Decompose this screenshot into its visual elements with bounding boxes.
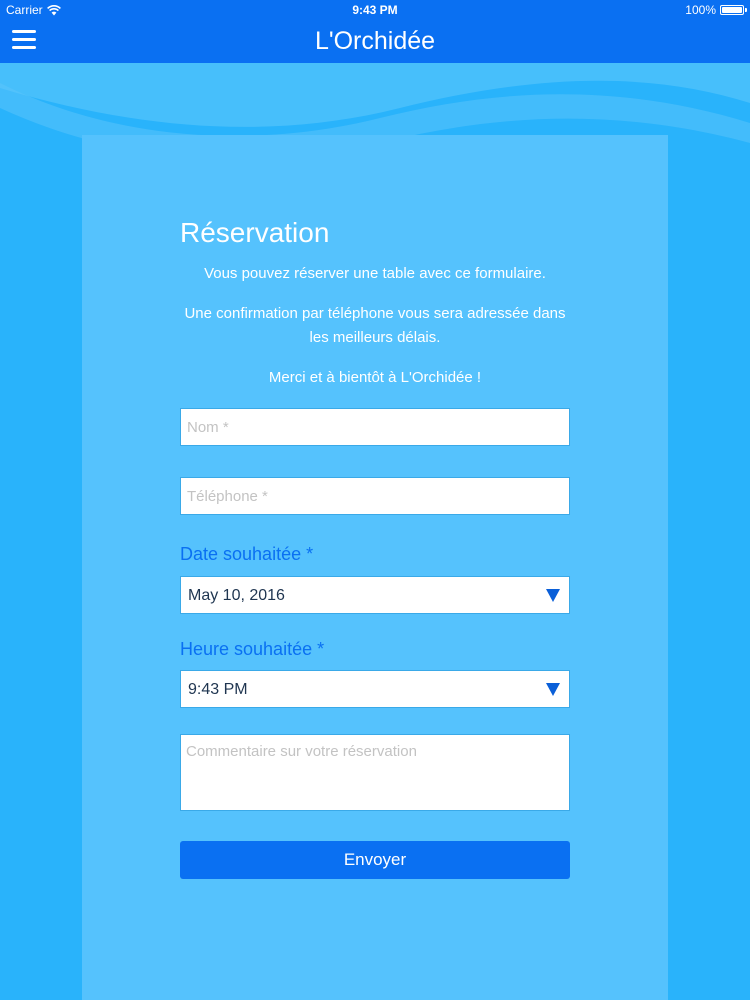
phone-field-container [180, 477, 570, 515]
name-field-container [180, 408, 570, 446]
dropdown-arrow-icon [546, 589, 560, 602]
time-label: Heure souhaitée * [180, 639, 325, 659]
thanks-text: Merci et à bientôt à L'Orchidée ! [268, 369, 482, 386]
dropdown-arrow-icon [546, 683, 560, 696]
date-value: May 10, 2016 [188, 587, 285, 604]
intro-text: Vous pouvez réserver une table avec ce f… [204, 265, 546, 282]
confirmation-text: Une confirmation par téléphone vous sera… [184, 305, 566, 346]
date-label: Date souhaitée * [180, 544, 314, 564]
comment-field-container [180, 734, 570, 811]
app-title: L'Orchidée [314, 27, 436, 55]
form-title: Réservation [180, 217, 330, 248]
battery-fill [722, 7, 742, 13]
battery-percent: 100% [685, 3, 716, 17]
status-right: 100% [685, 3, 747, 17]
nav-bar: L'Orchidée [0, 20, 750, 63]
comment-textarea[interactable] [181, 735, 569, 810]
battery-icon [720, 5, 747, 15]
name-input[interactable] [181, 409, 569, 445]
time-select[interactable]: 9:43 PM [180, 670, 570, 708]
phone-input[interactable] [181, 478, 569, 514]
reservation-panel: Réservation Vous pouvez réserver une tab… [82, 135, 668, 1000]
date-select[interactable]: May 10, 2016 [180, 576, 570, 614]
status-time: 9:43 PM [352, 3, 398, 17]
status-bar: Carrier 9:43 PM 100% [0, 0, 750, 20]
submit-button[interactable]: Envoyer [180, 841, 570, 879]
time-value: 9:43 PM [188, 681, 248, 698]
